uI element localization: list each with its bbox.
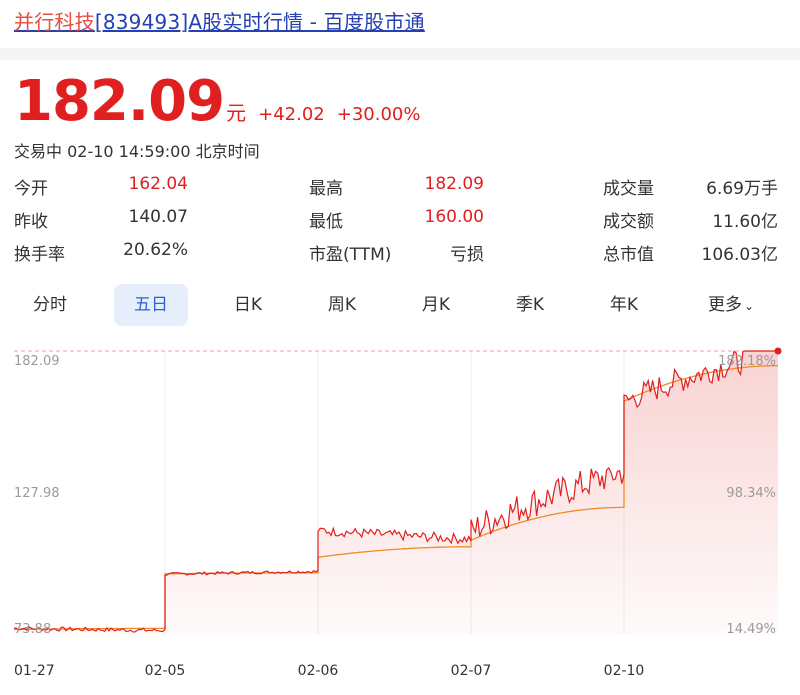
- tab-weekly-k-label: 周K: [327, 295, 357, 315]
- y-tick-label-left: 73.88: [14, 622, 51, 637]
- tab-more[interactable]: 更多 ⌄: [686, 284, 776, 326]
- tab-daily-k[interactable]: 日K: [212, 284, 284, 326]
- stat-label-turnover-rate: 换手率: [14, 245, 65, 265]
- x-axis-labels: 01-27 02-05 02-06 02-07 02-10: [14, 663, 644, 679]
- page-title-link[interactable]: 并行科技[839493]A股实时行情 - 百度股市通: [14, 6, 425, 35]
- x-tick-label: 01-27: [14, 663, 55, 679]
- chevron-down-icon: ⌄: [743, 299, 755, 313]
- stat-value-high: 182.09: [424, 174, 484, 194]
- price-change-percent: +30.00%: [336, 104, 421, 125]
- stat-label-high: 最高: [309, 179, 343, 199]
- y-tick-label-right: 14.49%: [726, 622, 776, 637]
- current-price: 182.09: [14, 69, 225, 134]
- y-tick-label-left: 182.09: [14, 354, 60, 369]
- tab-weekly-k[interactable]: 周K: [306, 284, 378, 326]
- section-divider: [0, 48, 800, 60]
- tab-quarterly-k-label: 季K: [515, 295, 545, 315]
- x-tick-label: 02-05: [145, 663, 186, 679]
- x-tick-label: 02-06: [298, 663, 339, 679]
- stat-label-turnover: 成交额: [603, 212, 654, 232]
- y-tick-label-left: 127.98: [14, 486, 60, 501]
- stat-value-volume: 6.69万手: [706, 179, 778, 199]
- stat-label-prev-close: 昨收: [14, 212, 48, 232]
- stat-label-low: 最低: [309, 212, 343, 232]
- stat-value-pe: 亏损: [450, 245, 484, 265]
- stat-value-prev-close: 140.07: [128, 207, 188, 227]
- tab-monthly-k-label: 月K: [421, 295, 451, 315]
- trading-status: 交易中 02-10 14:59:00 北京时间: [14, 142, 260, 161]
- stat-value-low: 160.00: [424, 207, 484, 227]
- tab-five-day[interactable]: 五日: [114, 284, 188, 326]
- x-tick-label: 02-07: [451, 663, 492, 679]
- tab-yearly-k[interactable]: 年K: [588, 284, 660, 326]
- tab-more-label: 更多: [707, 295, 742, 315]
- tab-intraday[interactable]: 分时: [14, 284, 86, 326]
- stock-name[interactable]: 并行科技: [14, 10, 95, 34]
- stat-label-volume: 成交量: [603, 179, 654, 199]
- price-area-fill: [14, 351, 778, 635]
- stat-value-turnover: 11.60亿: [712, 212, 778, 232]
- stock-title-rest[interactable]: [839493]A股实时行情 - 百度股市通: [95, 10, 425, 34]
- tab-monthly-k[interactable]: 月K: [400, 284, 472, 326]
- stat-label-market-cap: 总市值: [603, 245, 654, 265]
- tab-five-day-label: 五日: [134, 295, 168, 315]
- y-tick-label-right: 182.18%: [718, 354, 776, 369]
- y-tick-label-right: 98.34%: [726, 486, 776, 501]
- tab-intraday-label: 分时: [33, 295, 67, 315]
- x-tick-label: 02-10: [604, 663, 645, 679]
- five-day-chart[interactable]: 182.09 127.98 73.88 182.18% 98.34% 14.49% 01-…: [0, 335, 800, 695]
- price-change: +42.02: [258, 104, 325, 125]
- stat-label-open: 今开: [14, 179, 48, 199]
- price-unit: 元: [226, 101, 247, 125]
- stat-value-turnover-rate: 20.62%: [123, 240, 188, 260]
- stat-value-market-cap: 106.03亿: [701, 245, 778, 265]
- price-row: 182.09 元 +42.02 +30.00%: [14, 74, 420, 130]
- stat-label-pe: 市盈(TTM): [309, 245, 392, 265]
- tab-daily-k-label: 日K: [233, 295, 263, 315]
- stat-value-open: 162.04: [128, 174, 188, 194]
- chart-tabs: 分时 五日 日K 周K 月K 季K 年K 更多 ⌄: [14, 284, 786, 326]
- tab-quarterly-k[interactable]: 季K: [494, 284, 566, 326]
- tab-yearly-k-label: 年K: [609, 295, 639, 315]
